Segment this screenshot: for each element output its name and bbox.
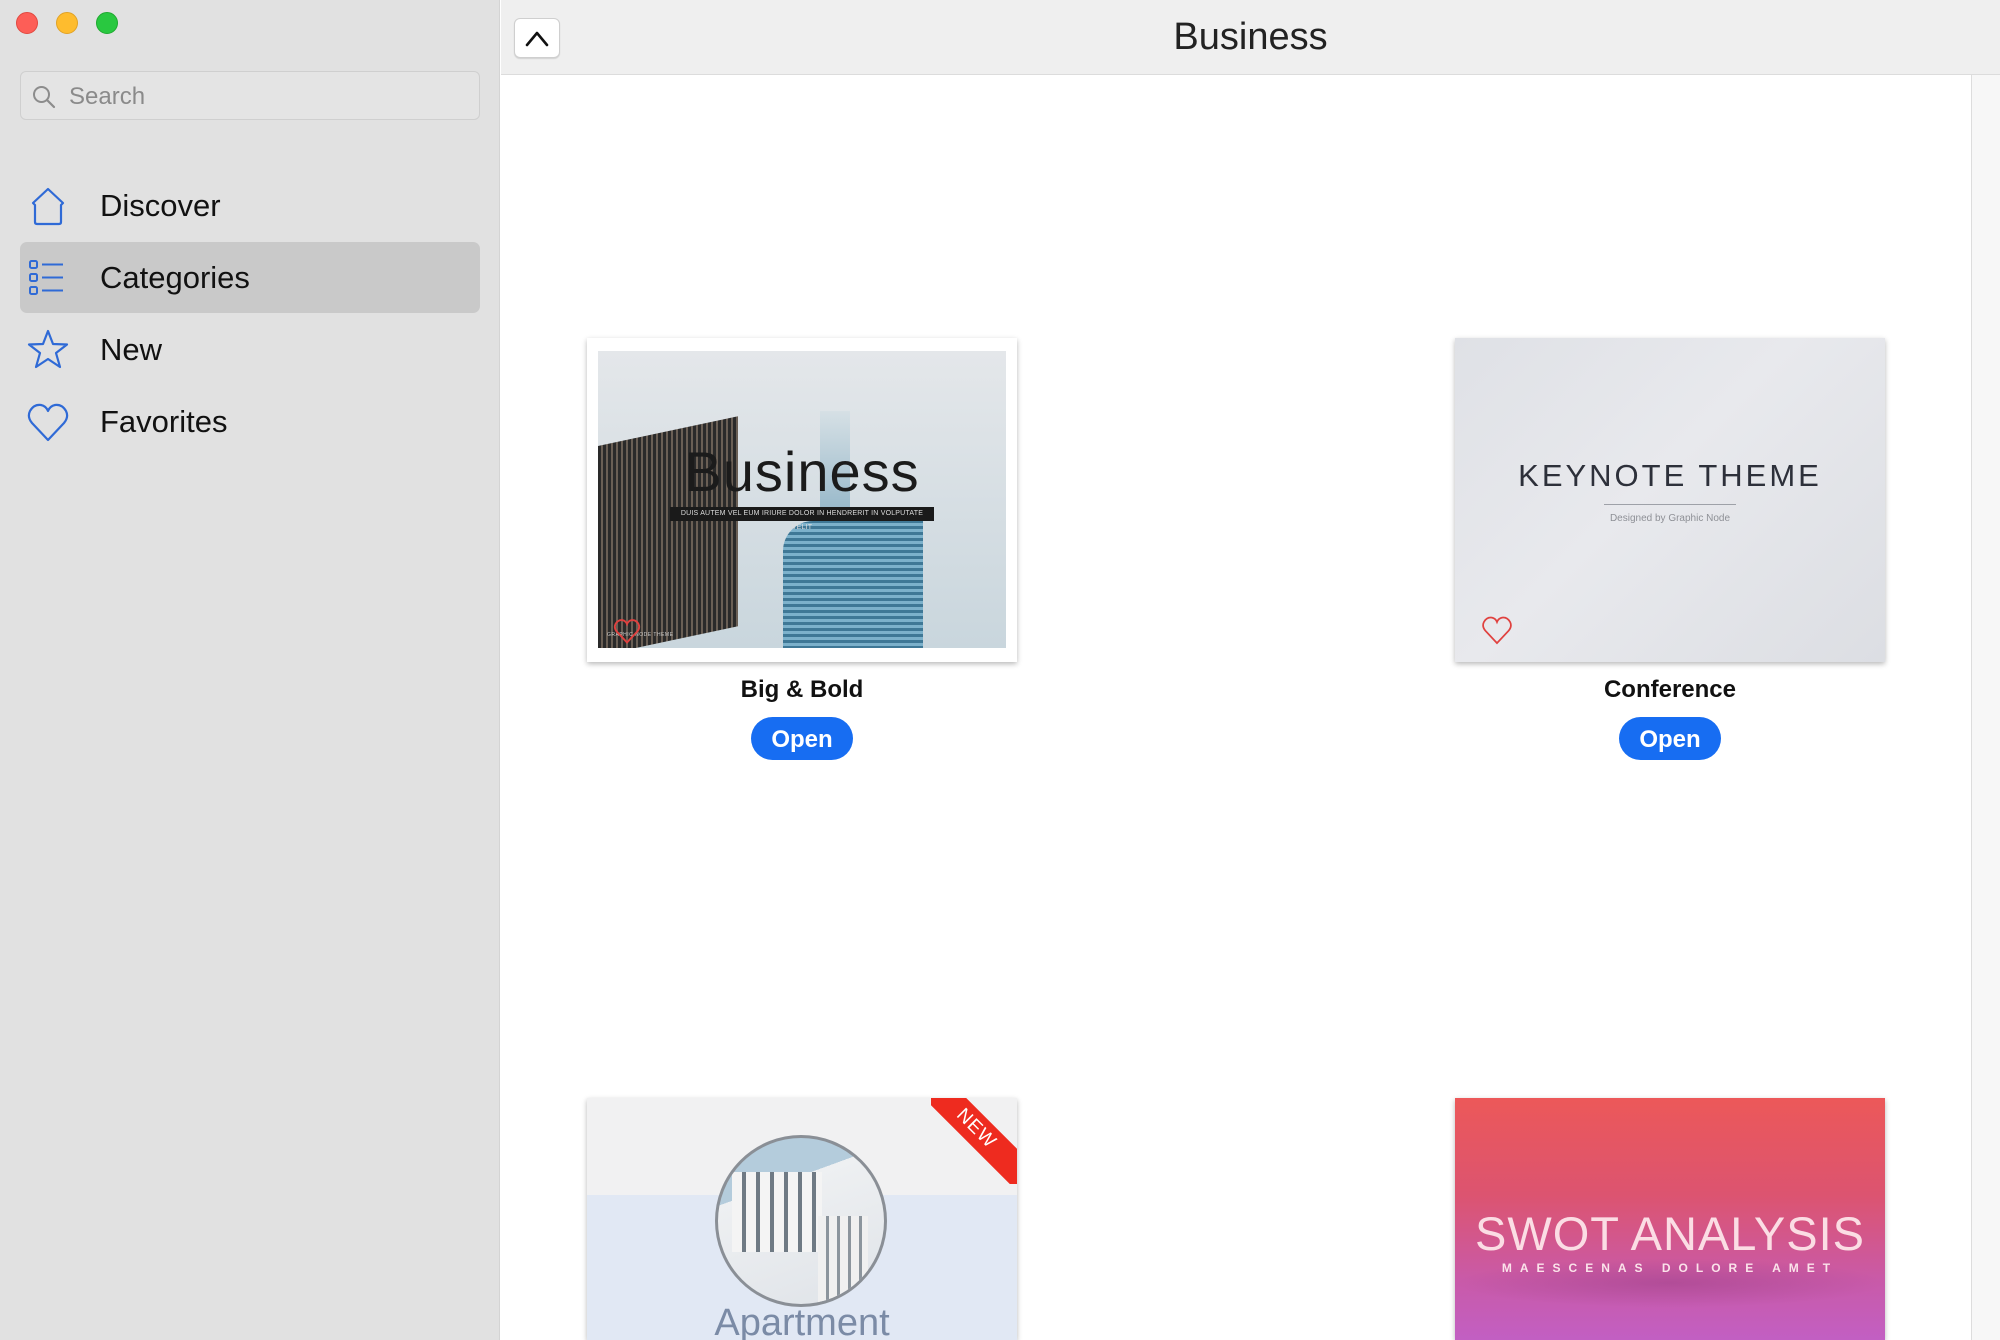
- template-thumbnail-apartment[interactable]: Apartment NEW: [587, 1098, 1017, 1340]
- window-maximize-button[interactable]: [96, 12, 118, 34]
- template-thumbnail-conference[interactable]: KEYNOTE THEME Designed by Graphic Node: [1455, 338, 1885, 662]
- window-close-button[interactable]: [16, 12, 38, 34]
- template-preview: Business DUIS AUTEM VEL EUM IRIURE DOLOR…: [598, 351, 1006, 648]
- favorite-heart-icon[interactable]: [612, 617, 642, 645]
- new-badge: NEW: [931, 1098, 1017, 1184]
- house-icon: [31, 187, 65, 226]
- template-name: Conference: [1603, 676, 1737, 703]
- chevron-up-icon: [525, 31, 549, 47]
- template-thumbnail-swot-analysis[interactable]: SWOT ANALYSIS MAESCENAS DOLORE AMET: [1455, 1098, 1885, 1340]
- building-shape: [732, 1172, 822, 1252]
- preview-divider: [1604, 504, 1736, 505]
- sidebar-item-new[interactable]: New: [20, 314, 480, 385]
- star-icon: [27, 329, 69, 369]
- preview-subline: Designed by Graphic Node: [1609, 513, 1731, 524]
- building-shape: [783, 521, 923, 648]
- sidebar-item-favorites[interactable]: Favorites: [20, 386, 480, 457]
- sidebar-item-label: Favorites: [100, 404, 228, 439]
- vertical-scrollbar[interactable]: [1971, 75, 2000, 1340]
- window-minimize-button[interactable]: [56, 12, 78, 34]
- list-icon: [29, 260, 63, 295]
- search-field[interactable]: [20, 71, 480, 121]
- preview-headline: KEYNOTE THEME: [1518, 458, 1822, 493]
- heart-icon: [27, 403, 69, 442]
- preview-subline: DUIS AUTEM VEL EUM IRIURE DOLOR IN HENDR…: [670, 507, 934, 531]
- open-button[interactable]: Open: [751, 717, 853, 760]
- sidebar: Discover Categories New Favorites: [0, 0, 500, 1340]
- preview-headline: SWOT ANALYSIS: [1475, 1207, 1865, 1260]
- preview-photo: [715, 1135, 887, 1307]
- sidebar-item-discover[interactable]: Discover: [20, 170, 480, 241]
- sidebar-item-categories[interactable]: Categories: [20, 242, 480, 313]
- back-up-button[interactable]: [514, 18, 560, 58]
- sidebar-item-label: Discover: [100, 188, 221, 223]
- template-thumbnail-big-and-bold[interactable]: Business DUIS AUTEM VEL EUM IRIURE DOLOR…: [587, 338, 1017, 662]
- template-name: Big & Bold: [740, 676, 864, 703]
- sidebar-item-label: New: [100, 332, 163, 367]
- favorite-heart-icon[interactable]: [1480, 614, 1514, 646]
- preview-headline: Business: [684, 440, 920, 503]
- preview-subline: MAESCENAS DOLORE AMET: [1501, 1261, 1839, 1275]
- open-button[interactable]: Open: [1619, 717, 1721, 760]
- search-icon: [33, 86, 56, 109]
- new-badge-label: NEW: [931, 1098, 1017, 1184]
- building-shape: [818, 1216, 868, 1304]
- main-header: Business: [501, 0, 2000, 75]
- page-title: Business: [1173, 16, 1328, 58]
- sidebar-item-label: Categories: [100, 260, 250, 295]
- preview-headline: Apartment: [714, 1302, 890, 1340]
- search-input[interactable]: [67, 72, 471, 121]
